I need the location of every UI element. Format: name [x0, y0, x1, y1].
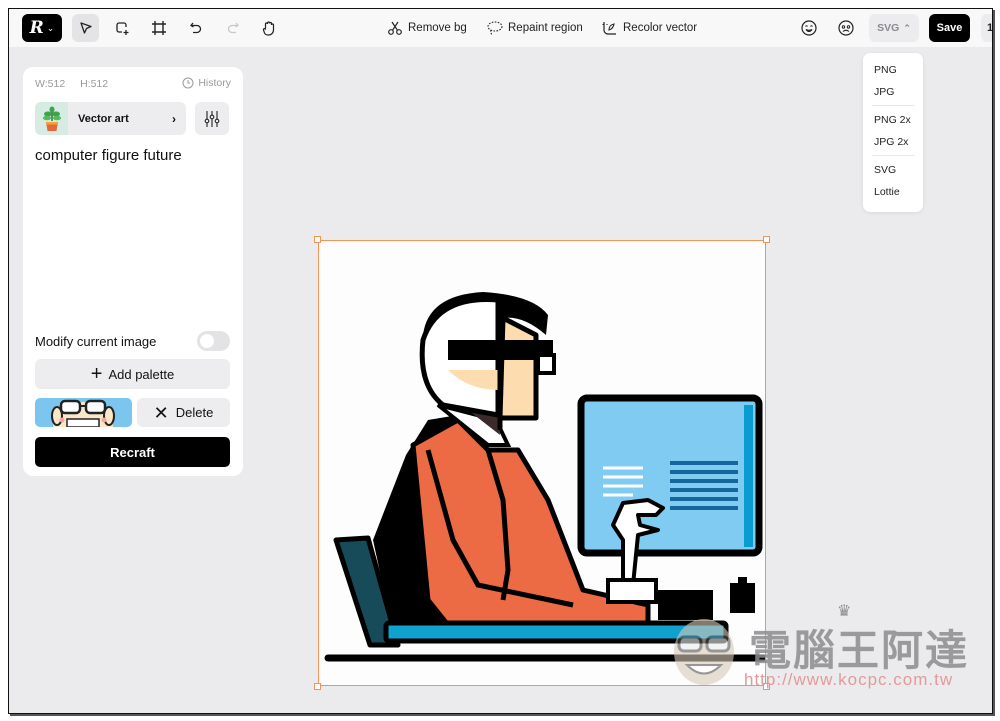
sliders-icon	[204, 110, 220, 127]
generated-vector-image[interactable]	[318, 240, 767, 686]
recolor-vector-label: Recolor vector	[623, 22, 698, 34]
menu-item-lottie[interactable]: Lottie	[863, 181, 923, 203]
lasso-icon	[487, 21, 503, 36]
crown-icon: ♛	[837, 603, 852, 620]
delete-reference-button[interactable]: ✕ Delete	[137, 398, 230, 427]
reference-image-thumbnail[interactable]	[35, 398, 132, 427]
width-label: W:512	[35, 78, 66, 90]
chevron-down-icon: ⌄	[46, 22, 55, 33]
menu-divider	[872, 155, 914, 156]
recolor-vector-button[interactable]: Recolor vector	[601, 17, 697, 39]
export-format-button[interactable]: SVG ⌃	[869, 14, 919, 42]
toggle-knob	[200, 334, 214, 348]
modify-current-image-row: Modify current image	[35, 330, 230, 352]
cursor-arrow-icon	[79, 22, 92, 34]
redo-icon	[227, 22, 239, 34]
menu-item-png-2x[interactable]: PNG 2x	[863, 109, 923, 131]
undo-icon	[190, 22, 202, 34]
history-button[interactable]: History	[182, 77, 231, 89]
export-format-label: SVG	[877, 22, 900, 34]
prompt-input[interactable]: computer figure future	[35, 147, 231, 317]
modify-current-image-toggle[interactable]	[197, 331, 230, 351]
close-icon: ✕	[153, 402, 169, 423]
chevron-right-icon: ›	[172, 111, 176, 126]
recolor-icon	[602, 22, 616, 35]
add-palette-button[interactable]: + Add palette	[35, 359, 230, 389]
add-palette-label: Add palette	[108, 366, 175, 382]
history-label: History	[198, 77, 231, 89]
style-settings-button[interactable]	[195, 102, 229, 135]
glasses-lens	[536, 353, 556, 375]
menu-item-jpg-2x[interactable]: JPG 2x	[863, 131, 923, 153]
menu-divider	[872, 105, 914, 106]
clock-icon	[182, 77, 194, 89]
menu-item-svg[interactable]: SVG	[863, 159, 923, 181]
more-button[interactable]: 1	[981, 14, 992, 42]
battery	[730, 583, 755, 613]
desk-object	[658, 590, 713, 620]
resize-handle-bottom-left[interactable]	[314, 683, 321, 690]
menu-item-jpg[interactable]: JPG	[863, 81, 923, 103]
plus-icon: +	[90, 363, 103, 385]
undo-button[interactable]	[183, 14, 209, 42]
feedback-dislike-button[interactable]	[833, 14, 859, 42]
repaint-region-button[interactable]: Repaint region	[486, 17, 583, 39]
app-menu-button[interactable]: R ⌄	[22, 14, 62, 42]
chevron-up-icon: ⌃	[903, 22, 911, 33]
feedback-like-button[interactable]	[796, 14, 822, 42]
delete-label: Delete	[175, 405, 214, 420]
resize-handle-top-right[interactable]	[763, 236, 770, 243]
keyboard-base	[606, 578, 658, 604]
face-glasses-thumbnail-icon	[51, 399, 115, 427]
style-label: Vector art	[78, 112, 129, 125]
watermark-url: http://www.kocpc.com.tw	[744, 670, 954, 689]
recraft-button[interactable]: Recraft	[35, 437, 230, 467]
save-button[interactable]: Save	[929, 14, 970, 42]
repaint-region-label: Repaint region	[508, 22, 583, 34]
height-label: H:512	[80, 78, 109, 90]
crop-tool-button[interactable]	[146, 14, 172, 42]
export-format-menu: PNG JPG PNG 2x JPG 2x SVG Lottie	[863, 53, 923, 212]
crop-icon	[152, 21, 166, 35]
style-selector[interactable]: Vector art ›	[35, 102, 186, 135]
desk-top	[383, 620, 729, 644]
select-tool-button[interactable]	[72, 14, 99, 42]
top-toolbar: R ⌄ Remove bg Repaint region Recolor vec…	[9, 9, 992, 47]
face	[497, 315, 539, 421]
add-frame-button[interactable]	[109, 14, 135, 42]
sad-face-icon	[838, 20, 854, 36]
smile-heart-icon	[801, 20, 817, 36]
remove-bg-label: Remove bg	[408, 22, 467, 34]
image-dimensions: W:512 H:512	[35, 78, 120, 90]
modify-current-image-label: Modify current image	[35, 333, 157, 349]
frame-plus-icon	[116, 22, 129, 35]
menu-item-png[interactable]: PNG	[863, 59, 923, 81]
hand-tool-button[interactable]	[256, 14, 282, 42]
hand-icon	[262, 21, 275, 36]
app-window: R ⌄ Remove bg Repaint region Recolor vec…	[8, 8, 993, 714]
resize-handle-bottom-right[interactable]	[763, 683, 770, 690]
redo-button[interactable]	[220, 14, 246, 42]
scissors-icon	[388, 21, 402, 35]
monitor-edge	[744, 405, 753, 547]
remove-bg-button[interactable]: Remove bg	[387, 17, 467, 39]
resize-handle-top-left[interactable]	[314, 236, 321, 243]
canvas-image-selection[interactable]	[314, 236, 770, 690]
watermark-title: 電腦王阿達	[749, 626, 970, 675]
generation-panel: W:512 H:512 History Vector art › compute…	[23, 67, 243, 476]
plant-thumbnail-icon	[35, 102, 68, 135]
logo-icon: R	[29, 18, 44, 38]
